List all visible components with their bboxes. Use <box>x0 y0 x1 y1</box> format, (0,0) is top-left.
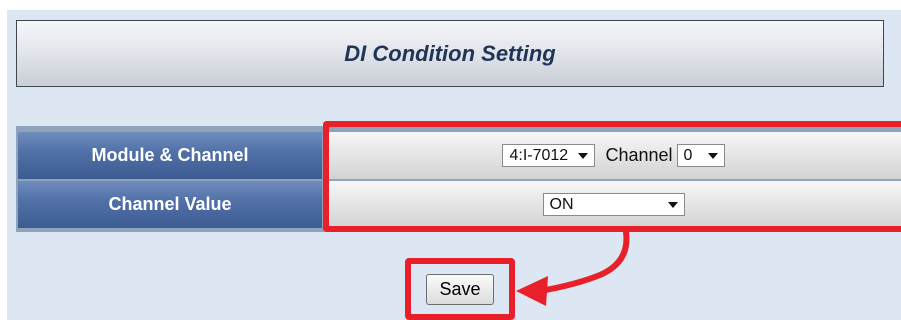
save-button[interactable]: Save <box>426 273 494 305</box>
arrow-head-icon <box>516 276 548 306</box>
save-highlight-box: Save <box>405 258 515 320</box>
arrow-curve <box>537 229 630 294</box>
